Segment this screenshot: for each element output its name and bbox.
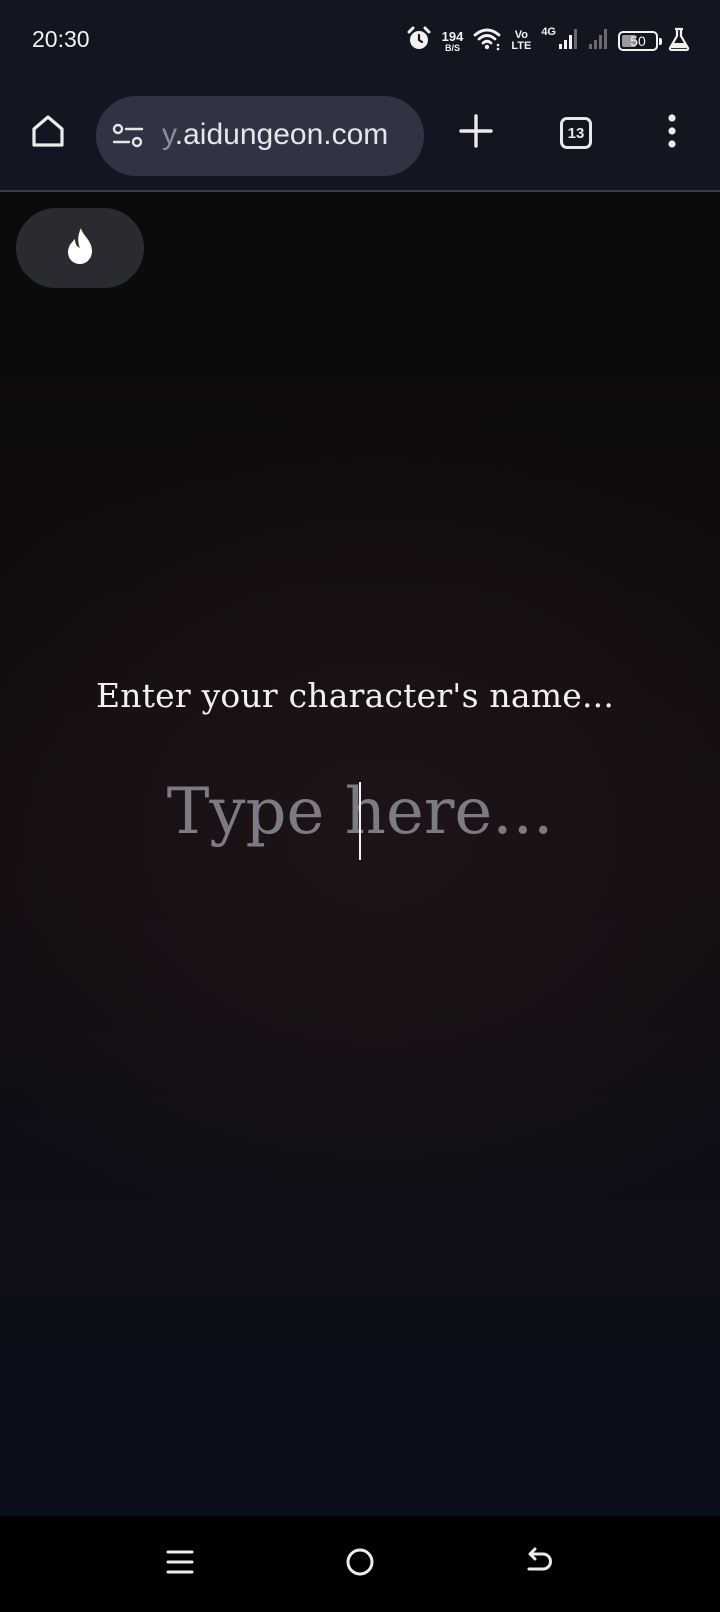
web-page: Enter your character's name... (0, 192, 720, 1516)
status-bar: 20:30 194 B/S Vo LTE 4G 50 (0, 0, 720, 84)
signal-weak-icon (588, 28, 608, 55)
volte-indicator: Vo LTE (511, 30, 531, 52)
status-icons: 194 B/S Vo LTE 4G 50 (406, 26, 690, 56)
wifi-icon (473, 27, 501, 56)
home-button[interactable] (24, 109, 72, 157)
new-tab-icon (458, 113, 494, 154)
recents-button[interactable] (156, 1540, 204, 1588)
recents-icon (166, 1548, 194, 1581)
home-circle-icon (345, 1547, 375, 1582)
tab-count: 13 (567, 124, 585, 142)
system-nav-bar (0, 1516, 720, 1612)
tabs-icon: 13 (560, 117, 592, 149)
system-back-button[interactable] (516, 1540, 564, 1588)
flame-icon (65, 226, 95, 271)
status-time: 20:30 (32, 26, 90, 52)
text-caret (359, 782, 361, 860)
alarm-icon (406, 26, 432, 57)
screen: 20:30 194 B/S Vo LTE 4G 50 y.aidungeon.c… (0, 0, 720, 1612)
browser-toolbar: y.aidungeon.com 13 (0, 84, 720, 192)
menu-icon (667, 113, 677, 153)
network-speed-unit: B/S (444, 42, 460, 53)
network-speed: 194 B/S (442, 30, 464, 53)
flame-button[interactable] (16, 208, 144, 288)
system-home-button[interactable] (336, 1540, 384, 1588)
beaker-icon (668, 27, 690, 56)
home-icon (29, 112, 67, 155)
volte-bottom: LTE (511, 40, 532, 52)
menu-button[interactable] (648, 109, 696, 157)
network-type: 4G (541, 26, 556, 38)
network-speed-value: 194 (441, 28, 464, 44)
battery-icon: 50 (618, 31, 662, 51)
address-bar[interactable]: y.aidungeon.com (96, 96, 424, 176)
back-icon (525, 1547, 555, 1582)
signal-icon (558, 28, 578, 55)
site-settings-icon[interactable] (112, 122, 144, 155)
url-text[interactable]: y.aidungeon.com (162, 118, 388, 152)
url-prefix: y (162, 118, 175, 151)
url-domain: .aidungeon.com (174, 118, 389, 151)
battery-level: 50 (630, 33, 646, 49)
character-name-prompt: Enter your character's name... (95, 676, 615, 715)
tabs-button[interactable]: 13 (552, 109, 600, 157)
new-tab-button[interactable] (452, 109, 500, 157)
